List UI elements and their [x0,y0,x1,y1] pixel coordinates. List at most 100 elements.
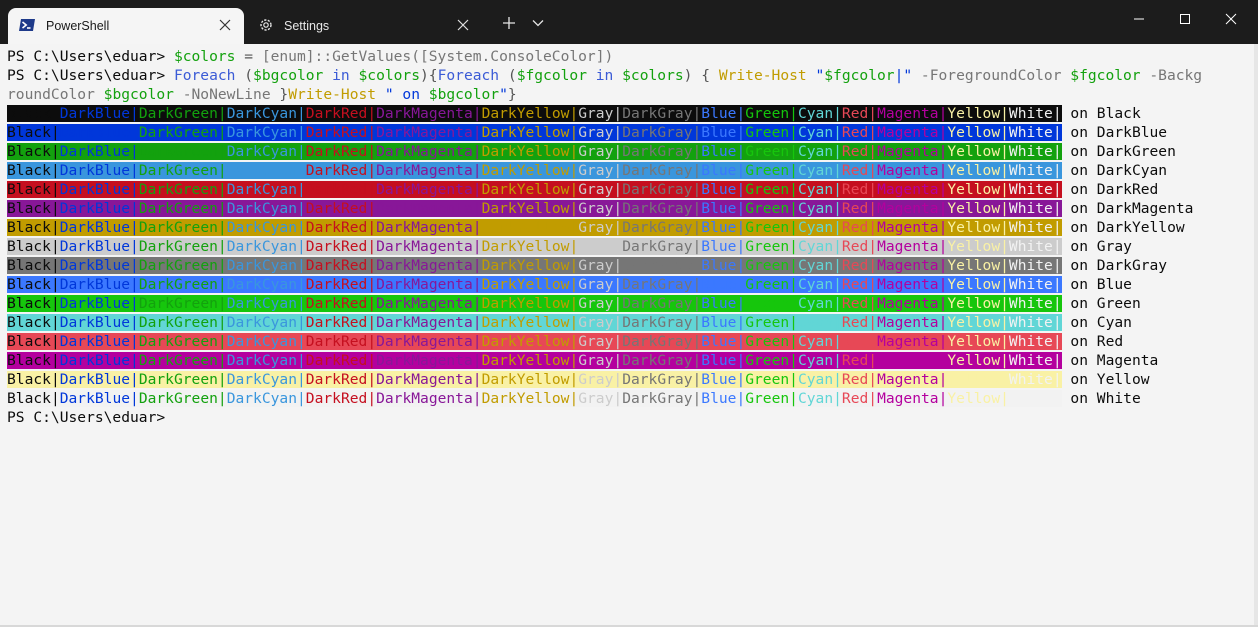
color-sample: Magenta| [877,124,948,141]
color-name: Black [7,314,51,331]
color-sample: Magenta| [877,314,948,331]
separator: | [789,390,798,407]
color-sample: DarkBlue| [59,181,139,198]
color-name: DarkGreen [138,352,218,369]
color-name: Cyan [797,257,834,274]
background-name: White [1096,390,1141,407]
separator: | [1000,390,1009,407]
color-name: Red [841,371,869,388]
separator: | [367,124,377,141]
scrollbar[interactable] [1254,44,1258,627]
color-name: DarkRed [305,124,368,141]
on-label: on [1061,390,1097,407]
color-sample: DarkYellow| [481,352,579,369]
separator: | [472,105,482,122]
color-name: White [1008,314,1053,331]
color-name: Yellow [947,295,1001,312]
separator: | [613,219,623,236]
color-name: Gray [578,143,614,160]
minimize-button[interactable] [1116,0,1162,38]
color-sample: DarkRed| [305,371,377,388]
separator: | [130,333,139,350]
separator: | [692,181,702,198]
close-window-button[interactable] [1208,0,1254,38]
separator: | [217,276,227,293]
color-name: Yellow [947,105,1001,122]
color-name: DarkGray [622,352,693,369]
color-sample: Magenta| [877,143,948,160]
color-name: DarkBlue [59,105,131,122]
color-name: Red [841,295,869,312]
color-name: DarkYellow [481,257,570,274]
color-sample: Black| [7,295,60,312]
color-sample: Yellow| [947,371,1009,388]
color-name: DarkMagenta [376,333,473,350]
color-sample: Magenta| [877,295,948,312]
color-name: DarkBlue [59,371,131,388]
color-sample: Magenta| [877,333,948,350]
color-name: Red [841,181,869,198]
color-name: DarkGray [622,219,693,236]
separator: | [130,295,139,312]
color-name: Magenta [877,238,939,255]
separator: | [297,238,306,255]
color-name: DarkRed [305,105,368,122]
command-token: in [323,67,359,84]
tab-powershell[interactable]: PowerShell [8,8,244,44]
separator: | [1052,257,1062,274]
maximize-button[interactable] [1162,0,1208,38]
on-label: on [1061,200,1097,217]
separator: | [1000,295,1009,312]
color-name: Green [745,257,790,274]
color-sample: DarkMagenta| [376,333,482,350]
color-sample: Yellow| [947,162,1009,179]
color-name: Gray [578,276,614,293]
separator: | [1000,314,1009,331]
tab-settings[interactable]: Settings [250,8,482,44]
color-sample: Black| [7,371,60,388]
separator: | [1000,162,1009,179]
color-sample: Cyan| [797,390,842,407]
color-sample: Red| [841,200,878,217]
separator: | [789,143,798,160]
new-tab-button[interactable] [494,10,524,36]
color-sample: White| [1008,295,1062,312]
color-name: DarkCyan [226,352,297,369]
separator: | [692,257,702,274]
color-sample: DarkRed| [305,143,377,160]
on-label: on [1061,124,1097,141]
color-name: DarkBlue [59,257,131,274]
close-tab-icon[interactable] [214,14,236,36]
color-sample: DarkRed| [305,257,377,274]
close-tab-icon[interactable] [452,14,474,36]
color-sample: Cyan| [797,200,842,217]
separator: | [613,181,623,198]
color-name: Yellow [947,257,1001,274]
color-sample: DarkGreen| [138,371,227,388]
color-sample: White| [1008,257,1062,274]
separator: | [130,276,139,293]
command-tokens: roundColor $bgcolor -NoNewLine }Write-Ho… [7,86,517,103]
color-sample: Green| [745,276,798,293]
color-sample: Yellow| [947,314,1009,331]
color-sample: White| [1008,390,1062,407]
color-sample: Red| [841,124,878,141]
separator: | [569,143,579,160]
terminal-output[interactable]: PS C:\Users\eduar> $colors = [enum]::Get… [0,44,1254,625]
separator: | [736,238,746,255]
color-sample: Green| [745,105,798,122]
tab-dropdown-button[interactable] [524,10,552,36]
separator: | [367,257,377,274]
argument-token: ([System.ConsoleColor]) [411,48,614,65]
separator: | [1052,371,1062,388]
separator: | [569,181,579,198]
color-sample: Black| [7,181,60,198]
color-name: Blue [701,219,737,236]
color-name: Red [841,333,869,350]
separator: | [569,333,579,350]
separator: | [1000,276,1009,293]
color-name: Red [841,257,869,274]
color-sample: DarkCyan| [226,238,306,255]
color-sample: DarkGray| [622,314,702,331]
separator: | [736,257,746,274]
